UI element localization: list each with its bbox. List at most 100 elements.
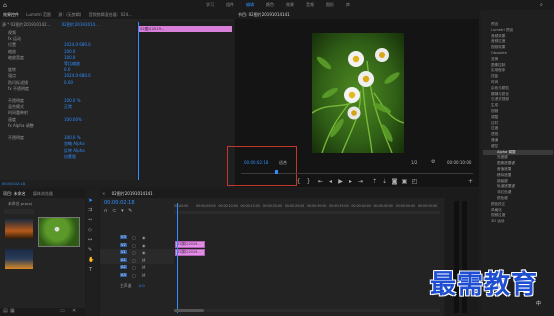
vr-icon[interactable]: ◰	[411, 178, 418, 186]
menu-item[interactable]: 学习	[200, 0, 220, 10]
fit-dropdown[interactable]: 适合	[279, 160, 287, 166]
property-value[interactable]: 正常	[64, 104, 72, 109]
property-value[interactable]: 100.0	[64, 55, 75, 60]
menu-item[interactable]: 音频	[300, 0, 320, 10]
tab-effect-controls[interactable]: 效果控件	[0, 10, 22, 19]
property-value[interactable]: 100.00%	[64, 117, 82, 122]
property-value[interactable]: 仅蒙版	[64, 154, 76, 159]
property-value[interactable]: 100.0 %	[64, 98, 81, 103]
clip-v1[interactable]: 02图片2019...	[175, 249, 205, 256]
property-value[interactable]: 反转 Alpha	[64, 148, 85, 153]
lift-icon[interactable]: ⇡	[371, 178, 378, 186]
lock-icon[interactable]: ▢	[132, 250, 136, 255]
step-forward-icon[interactable]: ▸	[347, 178, 354, 186]
eye-icon[interactable]: ◉	[142, 243, 146, 248]
effects-tree-item[interactable]: 3D 运动	[483, 219, 553, 225]
trash-icon[interactable]: ✕	[72, 309, 76, 314]
timeline-zoom-scrollbar[interactable]	[174, 309, 440, 312]
work-area-bar[interactable]	[174, 211, 440, 214]
track-header[interactable]: A3 ▢ M	[100, 272, 174, 280]
timeline-timecode[interactable]: 00:00:02:18	[104, 200, 135, 206]
lock-icon[interactable]: ▢	[132, 265, 136, 270]
close-icon[interactable]: ×	[100, 189, 107, 198]
extract-icon[interactable]: ⇣	[381, 178, 388, 186]
track-header[interactable]: V2 ▢ ◉	[100, 242, 174, 250]
eye-icon[interactable]: ◉	[142, 235, 146, 240]
eye-icon[interactable]: ◉	[142, 250, 146, 255]
lock-icon[interactable]: ▢	[132, 258, 136, 263]
property-value[interactable]: 0.00	[64, 80, 73, 85]
mute-icon[interactable]: M	[142, 258, 145, 263]
timeline-playhead[interactable]	[177, 203, 178, 313]
search-icon[interactable]: ⌕	[540, 2, 543, 8]
tab-lumetri-scopes[interactable]: Lumetri 范围	[23, 10, 54, 19]
wrench-icon[interactable]: ⚙	[431, 159, 435, 165]
add-button-icon[interactable]: +	[467, 178, 474, 186]
project-item-2[interactable]	[38, 217, 80, 247]
compare-icon[interactable]: ▣	[401, 178, 408, 186]
step-back-icon[interactable]: ◂	[327, 178, 334, 186]
tab-sequence[interactable]: 02图片20191014141	[109, 189, 156, 198]
mark-out-icon[interactable]: }	[305, 178, 312, 186]
property-value[interactable]: 忽略 Alpha	[64, 141, 85, 146]
track-header[interactable]: A2 ▢ M	[100, 264, 174, 272]
home-icon[interactable]: ⌂	[3, 2, 7, 9]
clip-v2[interactable]: 02图片2019...	[175, 241, 205, 248]
add-marker-icon[interactable]: ▾	[121, 208, 124, 214]
mute-icon[interactable]: M	[142, 273, 145, 278]
menu-item[interactable]: 库	[340, 0, 356, 10]
slip-tool-icon[interactable]: ↔	[88, 237, 92, 243]
track-label[interactable]: A1	[120, 257, 127, 262]
property-value[interactable]: 1024.0 680.0	[64, 42, 91, 47]
quality-dropdown[interactable]: 1/2	[411, 160, 417, 165]
program-timecode[interactable]: 00:00:02:18	[244, 160, 268, 165]
property-value[interactable]: 等比缩放	[64, 61, 80, 66]
project-item-3[interactable]	[5, 249, 33, 269]
mute-icon[interactable]: M	[142, 265, 145, 270]
go-to-in-icon[interactable]: ⇤	[317, 178, 324, 186]
hand-tool-icon[interactable]: ✋	[88, 257, 94, 263]
search-field[interactable]	[4, 209, 34, 214]
selection-tool-icon[interactable]: ➤	[88, 197, 93, 204]
property-value[interactable]: 0.0	[64, 67, 70, 72]
export-frame-icon[interactable]: ◙	[391, 178, 398, 186]
tab-media-browser[interactable]: 媒体浏览器	[30, 189, 56, 198]
tab-source[interactable]: 源：(无剪辑)	[55, 10, 84, 19]
menu-item[interactable]: 编辑	[240, 0, 260, 10]
program-playhead[interactable]	[275, 170, 278, 174]
linked-select-icon[interactable]: ⊂	[112, 208, 116, 214]
project-item-1[interactable]	[5, 219, 33, 239]
razor-tool-icon[interactable]: ◇	[88, 227, 92, 233]
ec-clip-bar[interactable]: 02图片2019...	[138, 26, 232, 32]
property-value[interactable]: 100.0	[64, 49, 75, 54]
play-icon[interactable]: ▶	[337, 178, 344, 186]
master-value[interactable]: 0.0	[139, 283, 145, 288]
timeline-settings-icon[interactable]: ✎	[128, 208, 132, 214]
menu-item[interactable]: 组件	[220, 0, 240, 10]
tab-audio-mixer[interactable]: 音频剪辑混合器：024...	[86, 10, 135, 19]
lock-icon[interactable]: ▢	[132, 273, 136, 278]
track-header[interactable]: V3 ▢ ◉	[100, 234, 174, 242]
track-header[interactable]: A1 ▢ M	[100, 256, 174, 264]
track-select-icon[interactable]: ⇉	[88, 207, 92, 213]
tab-project[interactable]: 项目: 未命名	[0, 189, 29, 198]
menu-item[interactable]: 图形	[320, 0, 340, 10]
ec-playhead[interactable]	[138, 22, 139, 184]
source-selector[interactable]: 源 * 02图片201910142... 02图片20191014...	[2, 22, 132, 28]
menu-item[interactable]: 颜色	[260, 0, 280, 10]
menu-item[interactable]: 效果	[280, 0, 300, 10]
new-bin-icon[interactable]: ▭	[60, 309, 65, 314]
track-label[interactable]: V2	[120, 242, 127, 247]
track-label[interactable]: A3	[120, 272, 127, 277]
track-label[interactable]: V3	[120, 235, 127, 239]
snap-icon[interactable]: ∩	[104, 208, 108, 214]
track-label[interactable]: A2	[120, 265, 127, 269]
icon-view-icon[interactable]: ▦	[10, 309, 15, 314]
property-value[interactable]: 100.0 %	[64, 135, 81, 140]
ripple-edit-icon[interactable]: ⇿	[88, 217, 92, 223]
property-value[interactable]: 1024.0 680.0	[64, 73, 91, 78]
track-header[interactable]: V1 ▢ ◉	[100, 249, 174, 257]
timeline-ruler[interactable]: 00:00:00 00:00:05:00 00:00:10:00 00:00:15:0…	[174, 202, 440, 211]
list-view-icon[interactable]: ▤	[3, 309, 8, 314]
lock-icon[interactable]: ▢	[132, 235, 136, 240]
